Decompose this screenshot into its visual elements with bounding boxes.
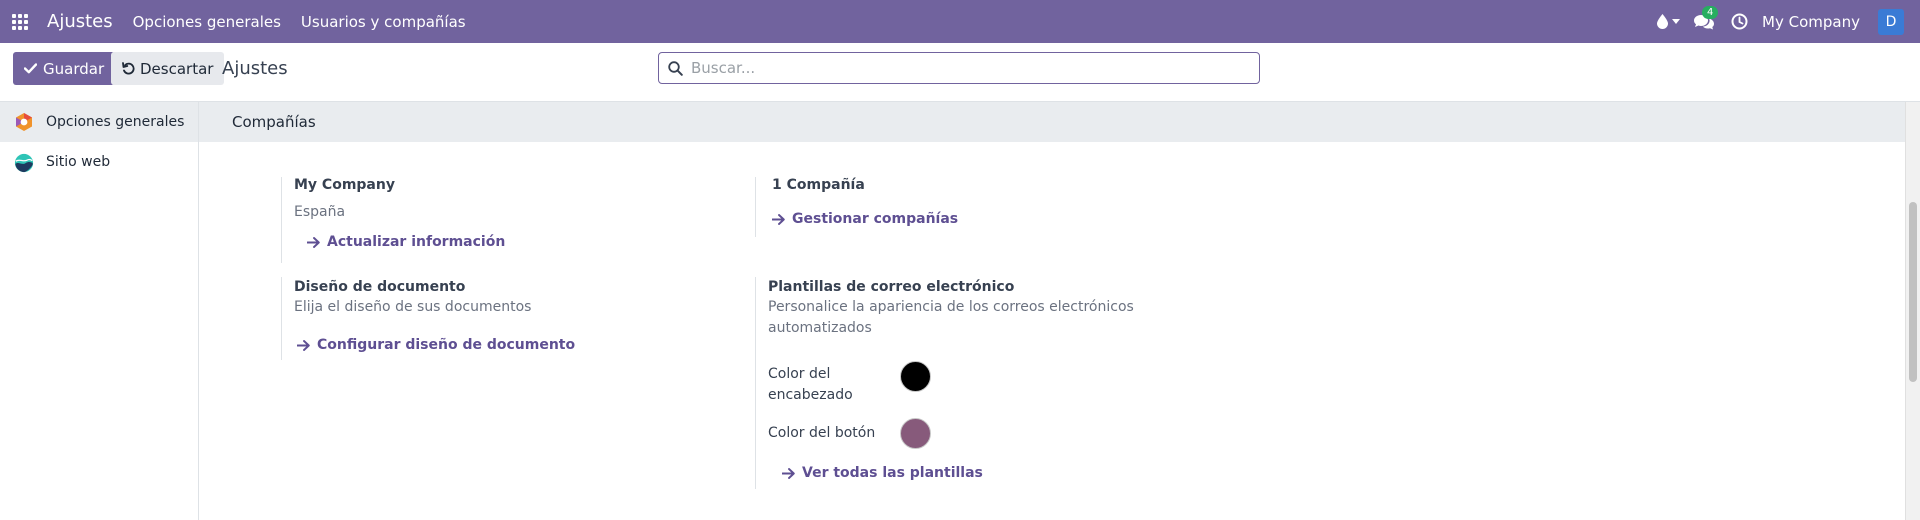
company-country: España xyxy=(294,204,346,220)
configure-document-layout-label: Configurar diseño de documento xyxy=(317,337,576,353)
document-layout-setting: Diseño de documento Elija el diseño de s… xyxy=(281,277,661,360)
check-icon xyxy=(24,63,37,74)
discard-button-label: Descartar xyxy=(140,59,214,78)
manage-companies-label: Gestionar compañías xyxy=(792,211,959,227)
email-templates-title: Plantillas de correo electrónico xyxy=(768,279,1015,295)
email-templates-subtitle: Personalice la apariencia de los correos… xyxy=(768,299,1134,336)
search-bar[interactable] xyxy=(658,52,1260,84)
scrollbar-thumb[interactable] xyxy=(1909,202,1917,382)
arrow-right-icon xyxy=(772,213,785,225)
sidebar-item-sitio-web[interactable]: Sitio web xyxy=(0,142,198,182)
configure-document-layout-link[interactable]: Configurar diseño de documento xyxy=(297,337,575,353)
button-color-row: Color del botón xyxy=(768,418,931,449)
save-button[interactable]: Guardar xyxy=(13,52,116,85)
companies-setting: 1 Compañía Gestionar compañías xyxy=(755,177,1135,237)
document-layout-title: Diseño de documento xyxy=(294,279,466,295)
arrow-right-icon xyxy=(307,236,320,248)
view-all-templates-label: Ver todas las plantillas xyxy=(802,465,983,481)
section-title: Compañías xyxy=(199,102,1905,142)
messages-count-badge: 4 xyxy=(1702,6,1719,19)
header-color-label: Color del encabezado xyxy=(768,366,853,403)
arrow-right-icon xyxy=(782,467,795,479)
user-avatar[interactable]: D xyxy=(1878,8,1904,35)
search-input[interactable] xyxy=(691,59,1231,77)
company-setting: My Company España Actualizar información xyxy=(281,177,661,263)
menu-usuarios-companias[interactable]: Usuarios y compañías xyxy=(301,13,466,31)
settings-sidebar: Opciones generales Sitio web xyxy=(0,102,199,520)
menu-opciones-generales[interactable]: Opciones generales xyxy=(133,13,281,31)
header-color-swatch[interactable] xyxy=(900,360,931,392)
top-navbar: Ajustes Opciones generales Usuarios y co… xyxy=(0,0,1920,43)
companies-count: 1 Compañía xyxy=(772,177,865,193)
activity-dropdown[interactable] xyxy=(1652,0,1684,43)
company-switcher[interactable]: My Company xyxy=(1762,13,1860,31)
button-color-label: Color del botón xyxy=(768,425,876,441)
website-app-icon xyxy=(14,152,34,173)
arrow-right-icon xyxy=(297,339,310,351)
view-all-templates-link[interactable]: Ver todas las plantillas xyxy=(782,465,983,481)
drop-icon xyxy=(1656,14,1668,29)
company-name: My Company xyxy=(294,177,395,193)
sidebar-item-label: Sitio web xyxy=(46,154,111,170)
general-settings-icon xyxy=(14,112,34,132)
messages-button[interactable]: 4 xyxy=(1684,0,1724,43)
header-color-row: Color del encabezado xyxy=(768,360,931,406)
clock-icon xyxy=(1731,13,1748,30)
save-button-label: Guardar xyxy=(43,59,105,78)
settings-main: Compañías My Company España Actualizar i… xyxy=(199,102,1905,520)
email-templates-setting: Plantillas de correo electrónico Persona… xyxy=(755,277,1175,489)
caret-down-icon xyxy=(1671,19,1680,24)
document-layout-subtitle: Elija el diseño de sus documentos xyxy=(294,299,532,315)
sidebar-item-opciones-generales[interactable]: Opciones generales xyxy=(0,102,198,142)
apps-grid-icon xyxy=(12,13,28,30)
apps-menu-button[interactable] xyxy=(0,0,40,43)
sidebar-item-label: Opciones generales xyxy=(46,114,185,130)
update-info-link[interactable]: Actualizar información xyxy=(307,234,505,250)
page-title: Ajustes xyxy=(222,58,288,79)
vertical-scrollbar[interactable] xyxy=(1905,102,1920,520)
control-panel: Guardar Descartar Ajustes xyxy=(0,43,1920,102)
update-info-label: Actualizar información xyxy=(327,234,506,250)
app-brand[interactable]: Ajustes xyxy=(47,11,113,32)
activities-button[interactable] xyxy=(1724,0,1754,43)
navbar-systray: 4 My Company D xyxy=(1652,0,1920,43)
button-color-swatch[interactable] xyxy=(900,418,931,449)
discard-button[interactable]: Descartar xyxy=(111,52,225,85)
undo-icon xyxy=(122,62,135,75)
manage-companies-link[interactable]: Gestionar compañías xyxy=(772,211,958,227)
search-icon xyxy=(668,60,683,76)
